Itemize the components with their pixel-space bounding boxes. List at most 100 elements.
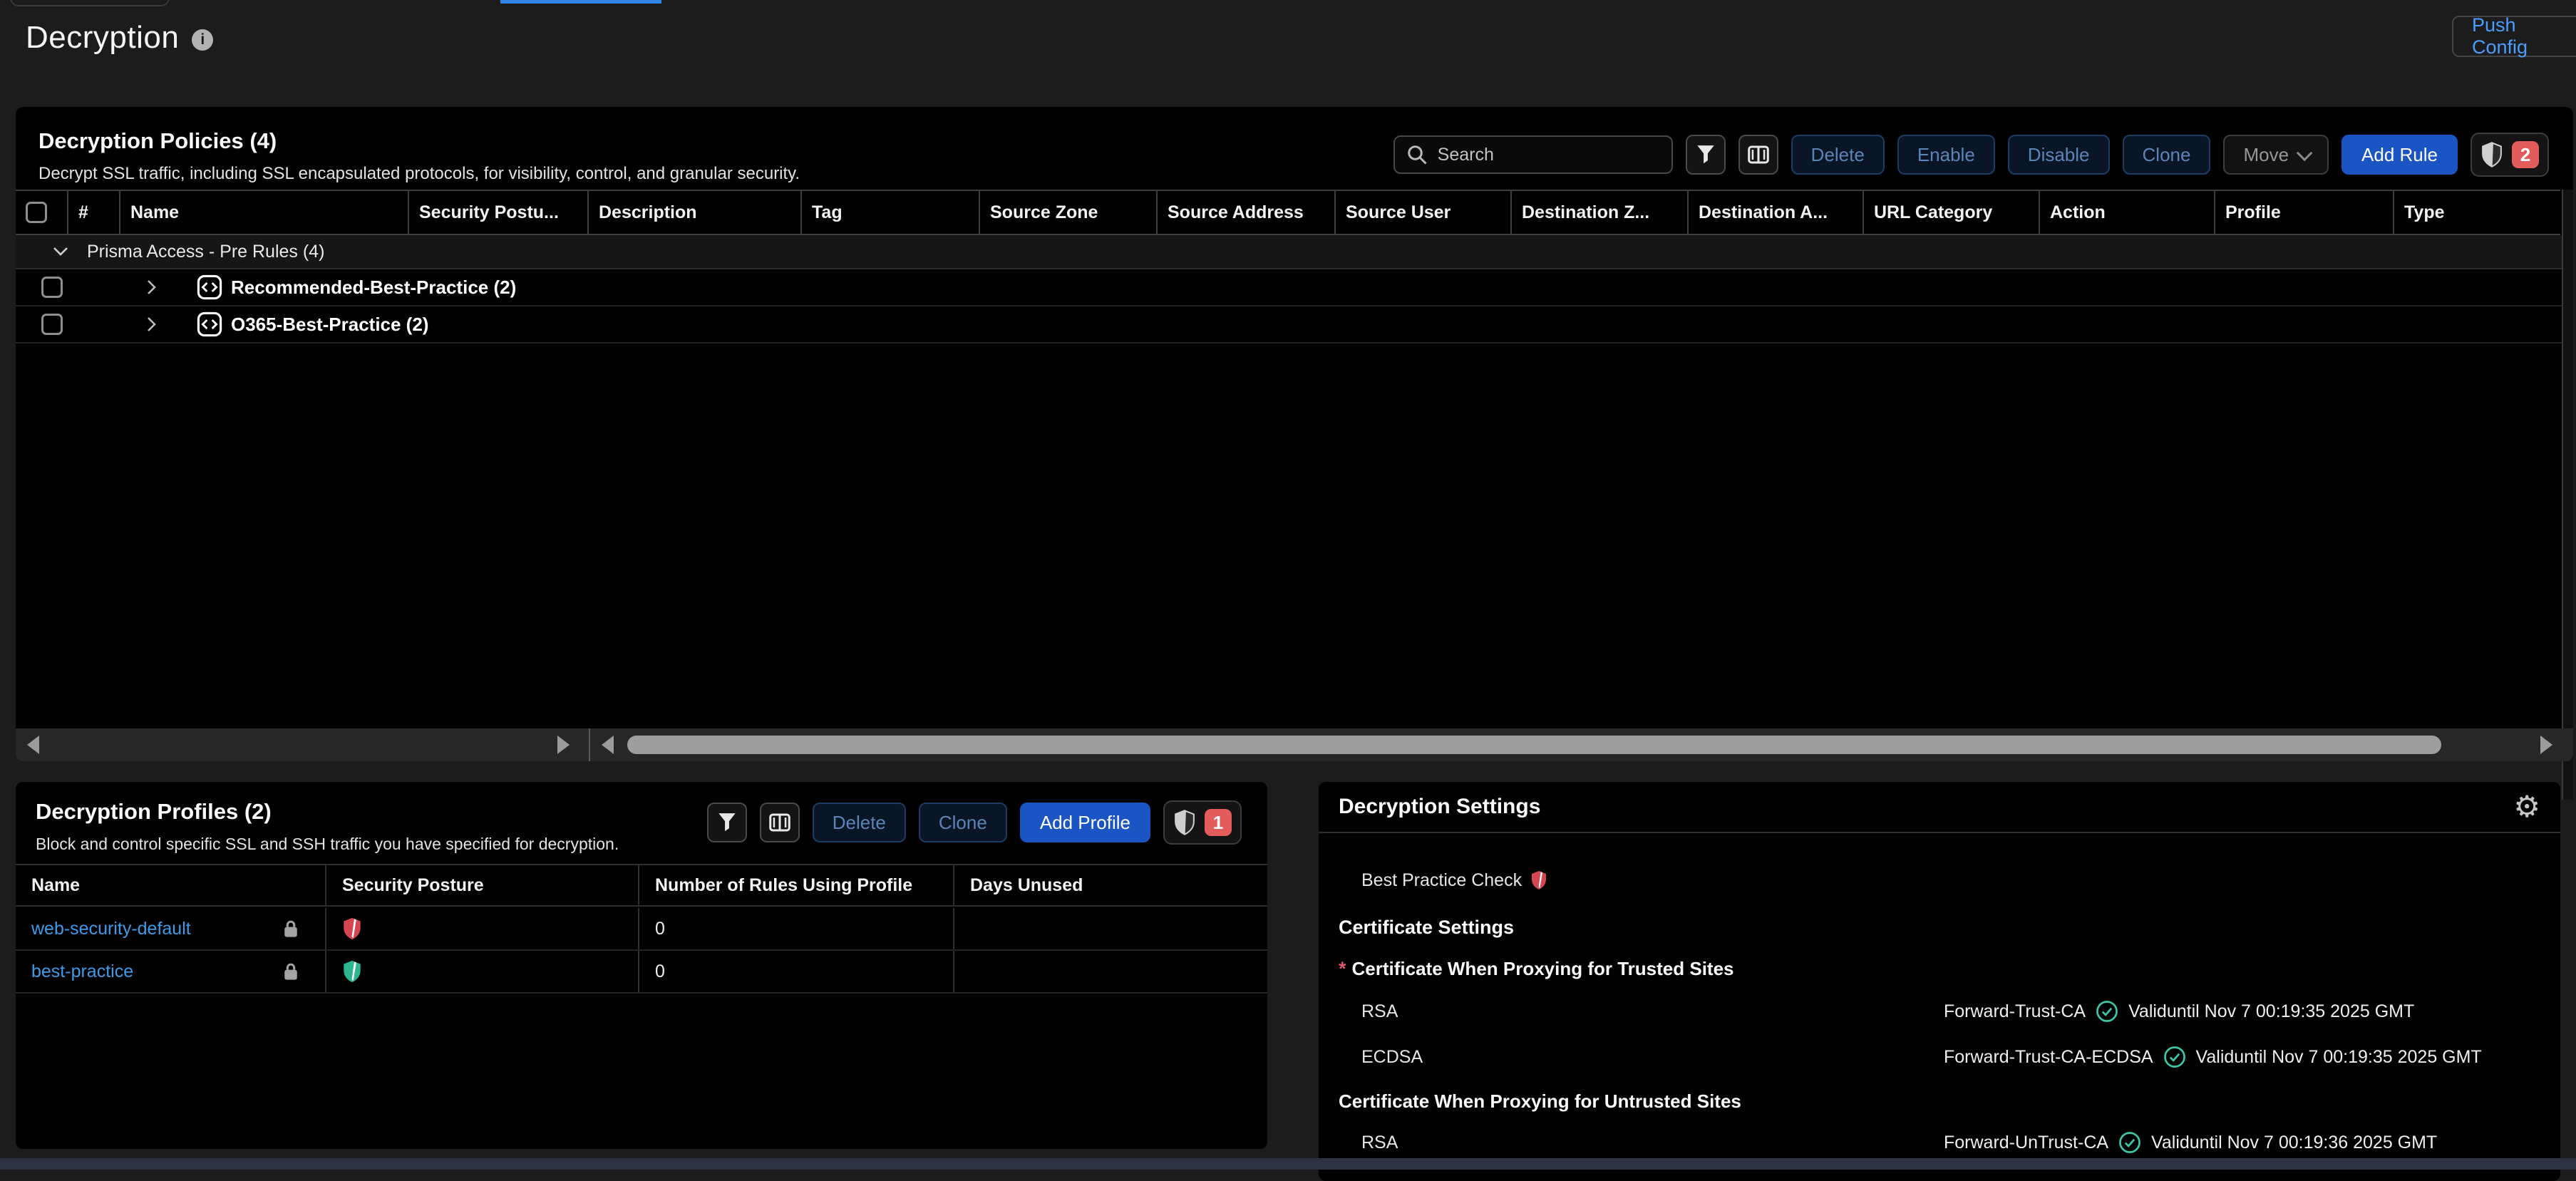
cert-validity: Validuntil Nov 7 00:19:35 2025 GMT — [2128, 1001, 2414, 1022]
chevron-right-icon[interactable] — [147, 316, 157, 332]
enable-button[interactable]: Enable — [1897, 135, 1995, 175]
col-source-user[interactable]: Source User — [1336, 191, 1512, 234]
scrollbar-thumb[interactable] — [627, 736, 2441, 754]
rule-group-row[interactable]: Prisma Access - Pre Rules (4) — [16, 235, 2562, 269]
filter-button[interactable] — [707, 803, 747, 842]
col-action[interactable]: Action — [2040, 191, 2215, 234]
trusted-sites-heading-row: * Certificate When Proxying for Trusted … — [1319, 953, 2560, 984]
col-tag[interactable]: Tag — [802, 191, 980, 234]
delete-button[interactable]: Delete — [1791, 135, 1885, 175]
certificate-settings-heading: Certificate Settings — [1339, 917, 1514, 939]
best-practice-check-row: Best Practice Check — [1319, 865, 2560, 896]
row-checkbox[interactable] — [41, 314, 63, 335]
clone-button[interactable]: Clone — [919, 803, 1007, 842]
posture-count-badge: 1 — [1205, 809, 1232, 836]
rule-name[interactable]: Recommended-Best-Practice (2) — [231, 277, 516, 299]
delete-button[interactable]: Delete — [813, 803, 906, 842]
funnel-icon — [718, 813, 736, 832]
col-security-posture[interactable]: Security Postu... — [409, 191, 589, 234]
vertical-scrollbar-track[interactable] — [2562, 190, 2573, 800]
trusted-ecdsa-row: ECDSA Forward-Trust-CA-ECDSA Validuntil … — [1319, 1041, 2560, 1073]
scroll-left-arrow-icon[interactable] — [602, 736, 614, 754]
filter-button[interactable] — [1686, 135, 1726, 175]
search-input[interactable] — [1438, 145, 1652, 165]
scroll-right-arrow-icon[interactable] — [557, 736, 570, 754]
lock-icon — [282, 919, 299, 939]
col-number[interactable]: # — [68, 191, 120, 234]
columns-button[interactable] — [760, 803, 800, 842]
cert-type-label: ECDSA — [1361, 1047, 1423, 1068]
valid-check-icon — [2096, 1000, 2118, 1023]
cert-name: Forward-Trust-CA-ECDSA — [1944, 1047, 2153, 1068]
table-row[interactable]: O365-Best-Practice (2) — [16, 306, 2562, 344]
settings-header: Decryption Settings ⚙ — [1319, 782, 2560, 833]
col-url-category[interactable]: URL Category — [1864, 191, 2040, 234]
col-security-posture[interactable]: Security Posture — [326, 865, 639, 905]
disable-button[interactable]: Disable — [2008, 135, 2110, 175]
required-asterisk: * — [1339, 958, 1346, 980]
chevron-right-icon[interactable] — [147, 279, 157, 295]
col-source-address[interactable]: Source Address — [1158, 191, 1336, 234]
untrusted-rsa-row: RSA Forward-UnTrust-CA Validuntil Nov 7 … — [1319, 1127, 2560, 1158]
cert-name: Forward-UnTrust-CA — [1944, 1133, 2108, 1153]
columns-icon — [1748, 145, 1769, 165]
posture-badge-group[interactable]: 1 — [1163, 800, 1242, 845]
table-row[interactable]: best-practice 0 — [16, 951, 1267, 994]
col-source-zone[interactable]: Source Zone — [980, 191, 1158, 234]
add-rule-button[interactable]: Add Rule — [2341, 135, 2458, 175]
page-header: Decryption i Push Config — [0, 0, 2576, 84]
posture-badge-group[interactable]: 2 — [2471, 133, 2549, 177]
trusted-sites-heading: Certificate When Proxying for Trusted Si… — [1352, 958, 1734, 980]
col-description[interactable]: Description — [589, 191, 802, 234]
profile-name-cell: web-security-default — [16, 908, 326, 949]
scroll-left-arrow-icon[interactable] — [27, 736, 39, 754]
info-icon[interactable]: i — [192, 29, 213, 51]
columns-button[interactable] — [1738, 135, 1778, 175]
rules-using-cell: 0 — [639, 951, 954, 992]
col-destination-address[interactable]: Destination A... — [1689, 191, 1864, 234]
search-box[interactable] — [1393, 135, 1673, 174]
add-profile-button[interactable]: Add Profile — [1020, 803, 1150, 842]
col-name[interactable]: Name — [120, 191, 409, 234]
decryption-profiles-panel: Decryption Profiles (2) Block and contro… — [16, 782, 1267, 1149]
col-name[interactable]: Name — [16, 865, 326, 905]
valid-check-icon — [2118, 1131, 2141, 1154]
clone-button[interactable]: Clone — [2123, 135, 2211, 175]
horizontal-scrollbar[interactable] — [16, 728, 2573, 761]
funnel-icon — [1696, 145, 1715, 165]
profile-name-link[interactable]: web-security-default — [31, 919, 191, 939]
move-button[interactable]: Move — [2223, 135, 2329, 175]
settings-title: Decryption Settings — [1339, 795, 1540, 819]
shield-half-icon — [2480, 142, 2503, 167]
untrusted-sites-heading: Certificate When Proxying for Untrusted … — [1339, 1090, 1741, 1113]
search-icon — [1406, 144, 1428, 165]
policies-title: Decryption Policies (4) — [38, 128, 800, 154]
profiles-table-header: Name Security Posture Number of Rules Us… — [16, 864, 1267, 907]
row-checkbox[interactable] — [41, 277, 63, 298]
table-row[interactable]: Recommended-Best-Practice (2) — [16, 269, 2562, 306]
policies-table-header: # Name Security Postu... Description Tag… — [16, 190, 2560, 235]
push-config-label: Push Config — [2472, 14, 2575, 58]
select-all-checkbox[interactable] — [26, 202, 47, 223]
col-destination-zone[interactable]: Destination Z... — [1512, 191, 1689, 234]
gear-icon[interactable]: ⚙ — [2513, 792, 2540, 822]
shield-half-icon — [1173, 810, 1196, 835]
col-rules-using-profile[interactable]: Number of Rules Using Profile — [639, 865, 954, 905]
policy-code-icon — [197, 311, 222, 337]
shield-green-icon — [342, 959, 362, 984]
push-config-button[interactable]: Push Config — [2452, 16, 2576, 57]
col-type[interactable]: Type — [2394, 191, 2560, 234]
policies-toolbar: Delete Enable Disable Clone Move Add Rul… — [1393, 135, 2549, 174]
col-profile[interactable]: Profile — [2215, 191, 2394, 234]
valid-check-icon — [2163, 1046, 2186, 1068]
page-title: Decryption — [26, 20, 179, 56]
scroll-right-arrow-icon[interactable] — [2540, 736, 2552, 754]
chevron-down-icon — [2297, 145, 2313, 162]
header-checkbox-cell — [16, 191, 68, 234]
profile-name-link[interactable]: best-practice — [31, 961, 133, 982]
untrusted-sites-heading-row: Certificate When Proxying for Untrusted … — [1319, 1085, 2560, 1117]
rule-name[interactable]: O365-Best-Practice (2) — [231, 314, 428, 336]
col-days-unused[interactable]: Days Unused — [954, 865, 1267, 905]
profiles-toolbar: Delete Clone Add Profile 1 — [707, 800, 1242, 845]
table-row[interactable]: web-security-default 0 — [16, 908, 1267, 951]
